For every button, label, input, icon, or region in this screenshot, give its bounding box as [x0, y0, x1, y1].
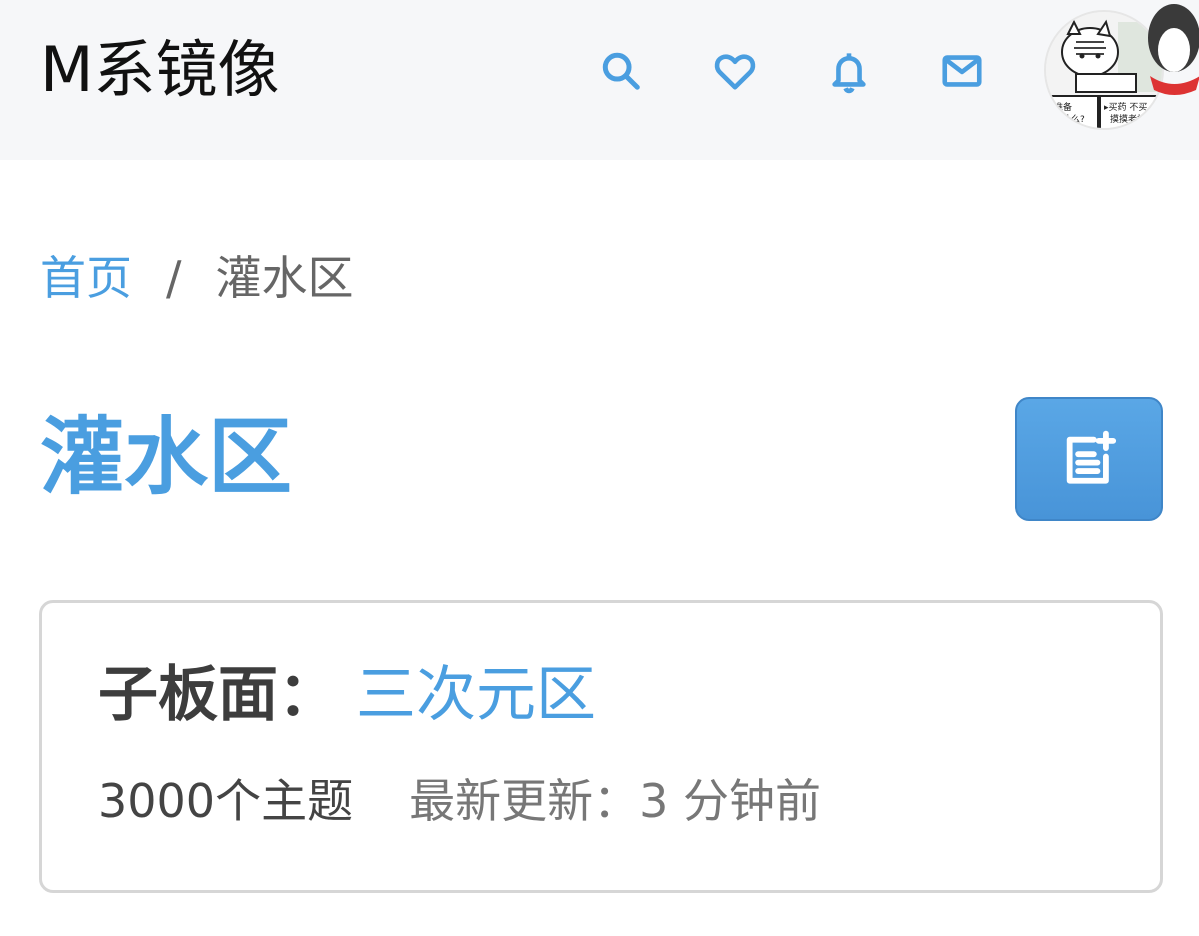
- avatar-decoration: [1140, 0, 1199, 110]
- topic-count: 3000个主题: [98, 774, 354, 828]
- bell-icon[interactable]: [824, 46, 874, 96]
- avatar-caption-2: 什么?: [1062, 113, 1085, 125]
- breadcrumb-current: 灌水区: [215, 251, 354, 305]
- top-bar: M系镜像 准备 什么? ▸买药 不买 摸摸老板: [0, 0, 1199, 160]
- subforum-label: 子板面：: [98, 660, 338, 730]
- breadcrumb-separator: /: [166, 251, 182, 305]
- subforum-card: 子板面： 三次元区 3000个主题 最新更新：3 分钟前: [39, 600, 1163, 893]
- last-update: 最新更新：3 分钟前: [409, 774, 821, 828]
- avatar-caption-1: 准备: [1054, 101, 1072, 113]
- heart-icon[interactable]: [710, 46, 760, 96]
- mail-icon[interactable]: [937, 46, 987, 96]
- subforum-link[interactable]: 三次元区: [356, 655, 596, 735]
- search-icon[interactable]: [596, 46, 646, 96]
- avatar-caption-4: 摸摸老板: [1110, 113, 1146, 125]
- new-post-button[interactable]: [1015, 397, 1163, 521]
- breadcrumb-home-link[interactable]: 首页: [40, 246, 132, 310]
- breadcrumb: 首页 / 灌水区: [40, 246, 354, 310]
- subforum-row: 子板面： 三次元区: [98, 655, 596, 735]
- site-title[interactable]: M系镜像: [40, 30, 280, 110]
- subforum-meta: 3000个主题 最新更新：3 分钟前: [98, 769, 821, 833]
- new-post-icon: [1066, 430, 1117, 484]
- page-title: 灌水区: [40, 408, 293, 506]
